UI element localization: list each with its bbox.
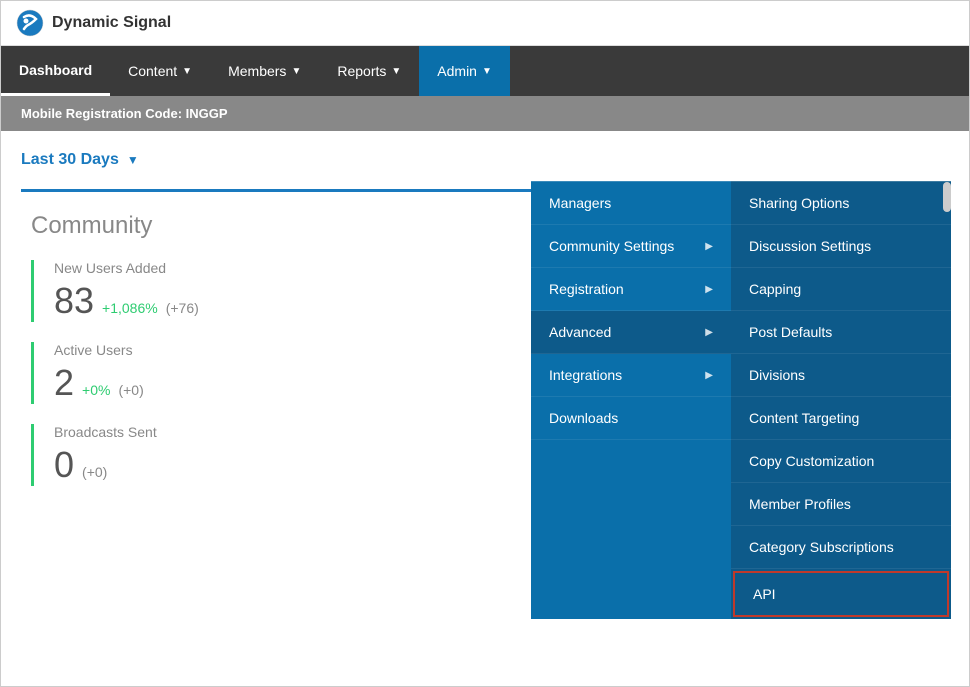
stat-active-users-extra: (+0) — [118, 382, 143, 398]
date-selector[interactable]: Last 30 Days ▼ — [21, 151, 949, 169]
stat-active-users-change: +0% — [82, 382, 110, 398]
admin-arrow: ▼ — [482, 66, 492, 77]
scrollbar[interactable] — [943, 182, 951, 212]
stat-new-users-row: 83 +1,086% (+76) — [54, 280, 199, 322]
admin-dropdown-secondary: Sharing Options Discussion Settings Capp… — [731, 181, 951, 619]
stat-active-users-row: 2 +0% (+0) — [54, 362, 144, 404]
admin-submenu-content-targeting[interactable]: Content Targeting — [731, 397, 951, 440]
community-settings-arrow: ▶ — [705, 241, 713, 252]
integrations-arrow: ▶ — [705, 370, 713, 381]
nav-item-reports[interactable]: Reports ▼ — [319, 46, 419, 96]
app-container: Dynamic Signal Dashboard Content ▼ Membe… — [0, 0, 970, 687]
admin-submenu-capping[interactable]: Capping — [731, 268, 951, 311]
stat-active-users-label: Active Users — [54, 342, 144, 358]
admin-submenu-sharing-options[interactable]: Sharing Options — [731, 182, 951, 225]
date-arrow-icon: ▼ — [127, 153, 139, 167]
logo-area: Dynamic Signal — [16, 9, 171, 37]
stat-broadcasts-extra: (+0) — [82, 464, 107, 480]
members-arrow: ▼ — [291, 66, 301, 77]
stat-broadcasts-label: Broadcasts Sent — [54, 424, 157, 440]
admin-submenu-discussion-settings[interactable]: Discussion Settings — [731, 225, 951, 268]
admin-submenu-copy-customization[interactable]: Copy Customization — [731, 440, 951, 483]
nav-item-content[interactable]: Content ▼ — [110, 46, 210, 96]
logo-text: Dynamic Signal — [52, 14, 171, 32]
admin-submenu-api[interactable]: API — [733, 571, 949, 617]
admin-submenu-divisions[interactable]: Divisions — [731, 354, 951, 397]
main-content: Last 30 Days ▼ Community New Users Added… — [1, 131, 969, 686]
nav-bar: Dashboard Content ▼ Members ▼ Reports ▼ … — [1, 46, 969, 96]
stat-broadcasts-content: Broadcasts Sent 0 (+0) — [49, 424, 157, 486]
stat-new-users-change: +1,086% — [102, 300, 158, 316]
reg-code-bar: Mobile Registration Code: INGGP — [1, 96, 969, 131]
admin-menu-registration[interactable]: Registration ▶ — [531, 268, 731, 311]
reports-arrow: ▼ — [391, 66, 401, 77]
stat-active-users-number: 2 — [54, 362, 74, 404]
admin-submenu-post-defaults[interactable]: Post Defaults — [731, 311, 951, 354]
stat-new-users-label: New Users Added — [54, 260, 199, 276]
content-arrow: ▼ — [182, 66, 192, 77]
stat-new-users-extra: (+76) — [166, 300, 199, 316]
stat-active-users-content: Active Users 2 +0% (+0) — [49, 342, 144, 404]
admin-menu-downloads[interactable]: Downloads — [531, 397, 731, 440]
top-header: Dynamic Signal — [1, 1, 969, 46]
admin-dropdown: Managers Community Settings ▶ Registrati… — [531, 181, 951, 619]
admin-submenu-category-subscriptions[interactable]: Category Subscriptions — [731, 526, 951, 569]
registration-arrow: ▶ — [705, 284, 713, 295]
admin-menu-community-settings[interactable]: Community Settings ▶ — [531, 225, 731, 268]
reg-code-text: Mobile Registration Code: INGGP — [21, 106, 228, 121]
date-label: Last 30 Days — [21, 151, 119, 169]
stat-broadcasts-number: 0 — [54, 444, 74, 486]
admin-menu-managers[interactable]: Managers — [531, 182, 731, 225]
nav-item-admin[interactable]: Admin ▼ — [419, 46, 510, 96]
stat-new-users-number: 83 — [54, 280, 94, 322]
logo-icon — [16, 9, 44, 37]
stat-new-users-content: New Users Added 83 +1,086% (+76) — [49, 260, 199, 322]
admin-dropdown-primary: Managers Community Settings ▶ Registrati… — [531, 181, 731, 619]
nav-item-dashboard[interactable]: Dashboard — [1, 46, 110, 96]
admin-menu-advanced[interactable]: Advanced ▶ — [531, 311, 731, 354]
advanced-arrow: ▶ — [705, 327, 713, 338]
nav-item-members[interactable]: Members ▼ — [210, 46, 319, 96]
stat-broadcasts-row: 0 (+0) — [54, 444, 157, 486]
admin-menu-integrations[interactable]: Integrations ▶ — [531, 354, 731, 397]
admin-submenu-member-profiles[interactable]: Member Profiles — [731, 483, 951, 526]
